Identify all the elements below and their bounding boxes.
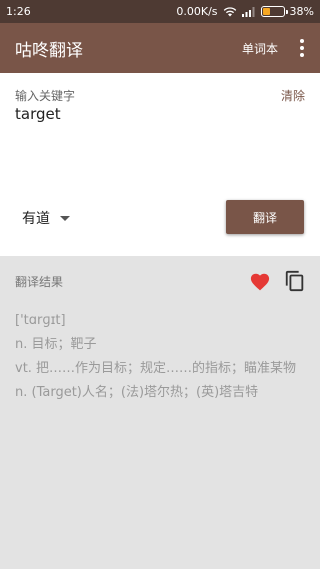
signal-icon bbox=[241, 6, 255, 17]
wifi-icon bbox=[223, 6, 236, 16]
input-panel: 输入关键字 清除 target 有道 翻译 bbox=[0, 73, 320, 256]
engine-selected-value: 有道 bbox=[22, 211, 50, 227]
result-content: ['tɑrɡɪt] n. 目标；靶子 vt. 把……作为目标；规定……的指标；瞄… bbox=[15, 309, 296, 405]
engine-dropdown[interactable]: 有道 bbox=[22, 208, 70, 228]
result-panel: 翻译结果 ['tɑrɡɪt] n. 目标；靶子 vt. 把……作为目标；规定……… bbox=[0, 256, 320, 569]
dropdown-caret-icon bbox=[60, 215, 70, 221]
result-line: vt. 把……作为目标；规定……的指标；瞄准某物 bbox=[15, 361, 297, 376]
app-title: 咕咚翻译 bbox=[15, 40, 83, 61]
network-speed: 0.00K/s bbox=[176, 5, 218, 18]
app-bar: 咕咚翻译 单词本 bbox=[0, 23, 320, 73]
status-right: 0.00K/s 38% bbox=[176, 5, 314, 18]
status-time: 1:26 bbox=[6, 5, 31, 18]
result-line: n. 目标；靶子 bbox=[15, 337, 97, 352]
battery-percent: 38% bbox=[289, 5, 314, 18]
keyword-input[interactable]: target bbox=[15, 105, 61, 123]
battery-fill bbox=[262, 8, 271, 15]
result-line-phonetic: ['tɑrɡɪt] bbox=[15, 313, 66, 328]
vocabulary-button[interactable]: 单词本 bbox=[242, 40, 278, 57]
result-line: n. (Target)人名；(法)塔尔热；(英)塔吉特 bbox=[15, 385, 259, 400]
more-options-icon[interactable] bbox=[294, 36, 310, 60]
heart-icon[interactable] bbox=[249, 271, 271, 291]
result-label: 翻译结果 bbox=[15, 275, 64, 289]
input-label: 输入关键字 bbox=[15, 89, 76, 103]
copy-icon[interactable] bbox=[284, 270, 306, 292]
clear-button[interactable]: 清除 bbox=[281, 87, 305, 104]
battery-icon bbox=[260, 6, 288, 17]
status-bar: 1:26 0.00K/s 38% bbox=[0, 0, 320, 23]
translate-button[interactable]: 翻译 bbox=[226, 200, 304, 234]
